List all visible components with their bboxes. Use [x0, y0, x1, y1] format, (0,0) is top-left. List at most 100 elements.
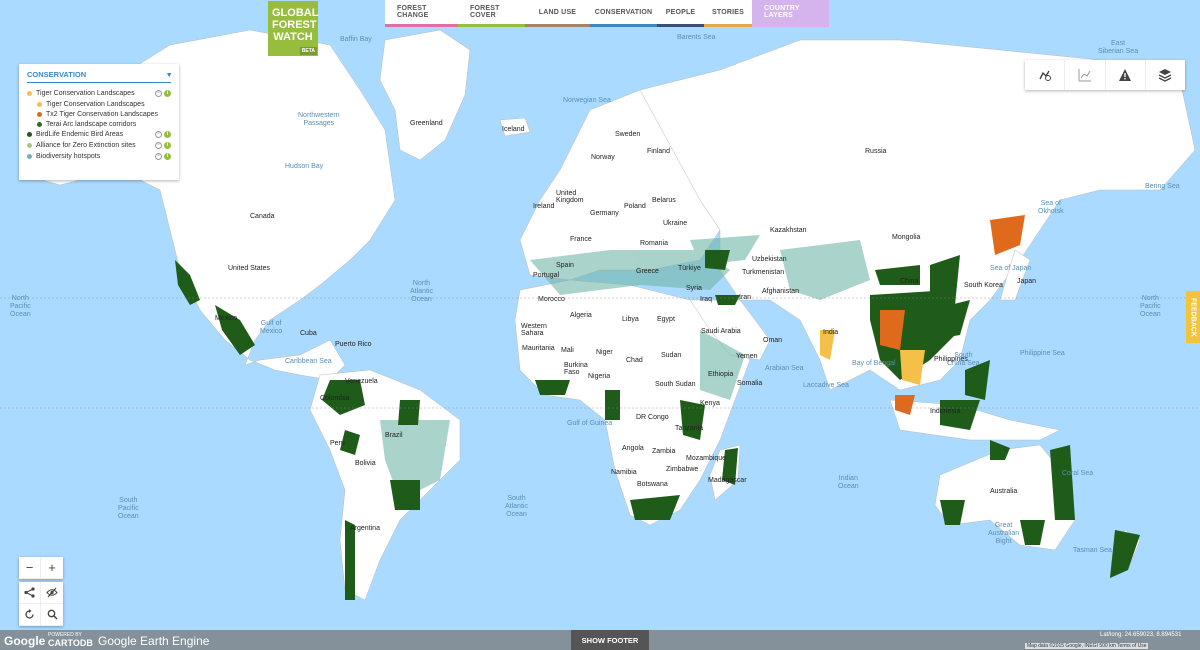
- tab-forest-cover[interactable]: FOREST COVER: [458, 0, 525, 27]
- legend-item[interactable]: BirdLife Endemic Bird Areas × i: [27, 129, 171, 140]
- info-icon[interactable]: i: [164, 90, 171, 97]
- tab-forest-change[interactable]: FOREST CHANGE: [385, 0, 458, 27]
- tab-land-use[interactable]: LAND USE: [525, 0, 590, 27]
- map-label-ocean: Philippine Sea: [1020, 350, 1065, 357]
- hide-icon[interactable]: [41, 582, 63, 604]
- legend-item[interactable]: Tiger Conservation Landscapes × i: [27, 88, 171, 99]
- map-label-country: Türkiye: [678, 265, 701, 272]
- map-toolbar: [1025, 60, 1185, 90]
- legend-item[interactable]: Biodiversity hotspots × i: [27, 151, 171, 162]
- map-label-country: Colombia: [320, 395, 350, 402]
- map-label-ocean: Bering Sea: [1145, 183, 1180, 190]
- info-icon[interactable]: i: [164, 131, 171, 138]
- map-label-country: Greece: [636, 268, 659, 275]
- close-icon[interactable]: ×: [155, 153, 162, 160]
- map-label-country: Western Sahara: [521, 323, 547, 337]
- map-label-country: Burkina Faso: [564, 362, 588, 376]
- layers-icon[interactable]: [1146, 60, 1185, 90]
- map-label-country: Mali: [561, 347, 574, 354]
- map-label-country: Zimbabwe: [666, 466, 699, 473]
- map-label-country: Somalia: [737, 380, 763, 387]
- map-label-country: Morocco: [538, 296, 565, 303]
- map-label-country: Niger: [596, 349, 613, 356]
- map-label-country: Norway: [591, 154, 615, 161]
- map-label-country: Botswana: [637, 481, 668, 488]
- share-icon[interactable]: [19, 582, 41, 604]
- legend-subitem: Tiger Conservation Landscapes: [27, 99, 171, 109]
- chevron-down-icon[interactable]: ▾: [167, 70, 171, 79]
- legend-swatch: [37, 111, 42, 117]
- map-label-country: Uzbekistan: [752, 256, 787, 263]
- map-label-ocean: Hudson Bay: [285, 163, 324, 170]
- top-nav: FOREST CHANGE FOREST COVER LAND USE CONS…: [385, 0, 829, 27]
- map-label-ocean: Caribbean Sea: [285, 358, 332, 365]
- show-footer-button[interactable]: SHOW FOOTER: [571, 630, 649, 650]
- map-label-ocean: Gulf of Mexico: [260, 320, 283, 335]
- analysis-icon[interactable]: [1025, 60, 1066, 90]
- map-label-country: Saudi Arabia: [701, 328, 741, 335]
- legend-item-label: BirdLife Endemic Bird Areas: [36, 131, 124, 138]
- legend-item-label: Biodiversity hotspots: [36, 153, 101, 160]
- legend-subitem: Tx2 Tiger Conservation Landscapes: [27, 109, 171, 119]
- map-label-country: Ukraine: [663, 220, 688, 227]
- legend-swatch: [27, 154, 32, 159]
- map-label-ocean: Sea of Okhotsk: [1038, 200, 1064, 215]
- tab-people[interactable]: PEOPLE: [657, 0, 704, 27]
- close-icon[interactable]: ×: [155, 142, 162, 149]
- map-label-country: Brazil: [385, 432, 403, 439]
- legend-title: CONSERVATION: [27, 70, 87, 79]
- zoom-out-button[interactable]: −: [19, 557, 41, 579]
- feedback-button[interactable]: FEEDBACK: [1186, 291, 1200, 343]
- map-label-country: France: [570, 236, 592, 243]
- legend-swatch: [27, 143, 32, 148]
- close-icon[interactable]: ×: [155, 90, 162, 97]
- map-label-country: United States: [228, 265, 271, 272]
- info-icon[interactable]: i: [164, 142, 171, 149]
- reset-icon[interactable]: [19, 604, 41, 626]
- legend-title-row[interactable]: CONSERVATION ▾: [27, 70, 171, 83]
- map-label-country: Mauritania: [522, 345, 555, 352]
- map-label-country: Japan: [1017, 278, 1037, 285]
- map-label-ocean: Barents Sea: [677, 34, 716, 41]
- map-label-country: Iraq: [700, 296, 713, 303]
- map-label-country: Russia: [865, 148, 887, 155]
- zoom-in-button[interactable]: +: [41, 557, 63, 579]
- map-label-country: Tanzania: [675, 425, 704, 432]
- legend-item[interactable]: Alliance for Zero Extinction sites × i: [27, 140, 171, 151]
- tab-country-layers[interactable]: COUNTRY LAYERS: [752, 0, 829, 27]
- map-label-country: Belarus: [652, 197, 676, 204]
- latlong-readout: Lat/long: 24.659023, 8.894531: [1100, 632, 1182, 638]
- search-icon[interactable]: [41, 604, 63, 626]
- tab-stories[interactable]: STORIES: [704, 0, 752, 27]
- map-label-country: Egypt: [657, 316, 675, 323]
- alert-icon[interactable]: [1106, 60, 1146, 90]
- map-attribution: Map data ©2015 Google, INEGI 500 km Term…: [1025, 643, 1149, 649]
- map-label-country: Libya: [622, 316, 639, 323]
- legend-item-label: Tiger Conservation Landscapes: [46, 100, 145, 108]
- tab-conservation[interactable]: CONSERVATION: [590, 0, 657, 27]
- legend-subitem: Terai Arc landscape corridors: [27, 119, 171, 129]
- map-label-ocean: Norwegian Sea: [563, 97, 611, 104]
- map-label-country: Sweden: [615, 131, 641, 138]
- map-label-country: Poland: [624, 203, 646, 210]
- map-label-country: Australia: [990, 488, 1018, 495]
- earth-engine-logo: Google Earth Engine: [98, 634, 210, 648]
- info-icon[interactable]: i: [164, 153, 171, 160]
- chart-icon[interactable]: [1065, 60, 1106, 90]
- map-label-country: Canada: [250, 213, 275, 220]
- legend-item-label: Alliance for Zero Extinction sites: [36, 142, 136, 149]
- map-label-country: Greenland: [410, 120, 443, 127]
- map-label-country: Zambia: [652, 448, 676, 455]
- gfw-logo[interactable]: GLOBAL FOREST WATCH BETA: [268, 1, 318, 56]
- map-label-ocean: North Pacific Ocean: [10, 295, 31, 318]
- close-icon[interactable]: ×: [155, 131, 162, 138]
- legend-swatch: [27, 132, 32, 137]
- logo-line: WATCH: [273, 31, 313, 43]
- map-label-country: Namibia: [611, 469, 637, 476]
- map-label-country: Ireland: [533, 203, 555, 210]
- map-label-ocean: Arabian Sea: [765, 365, 804, 372]
- map-label-country: Peru: [330, 440, 345, 447]
- map-label-country: India: [823, 329, 839, 336]
- map-label-country: Madagascar: [708, 477, 747, 484]
- map-label-country: Mongolia: [892, 234, 921, 241]
